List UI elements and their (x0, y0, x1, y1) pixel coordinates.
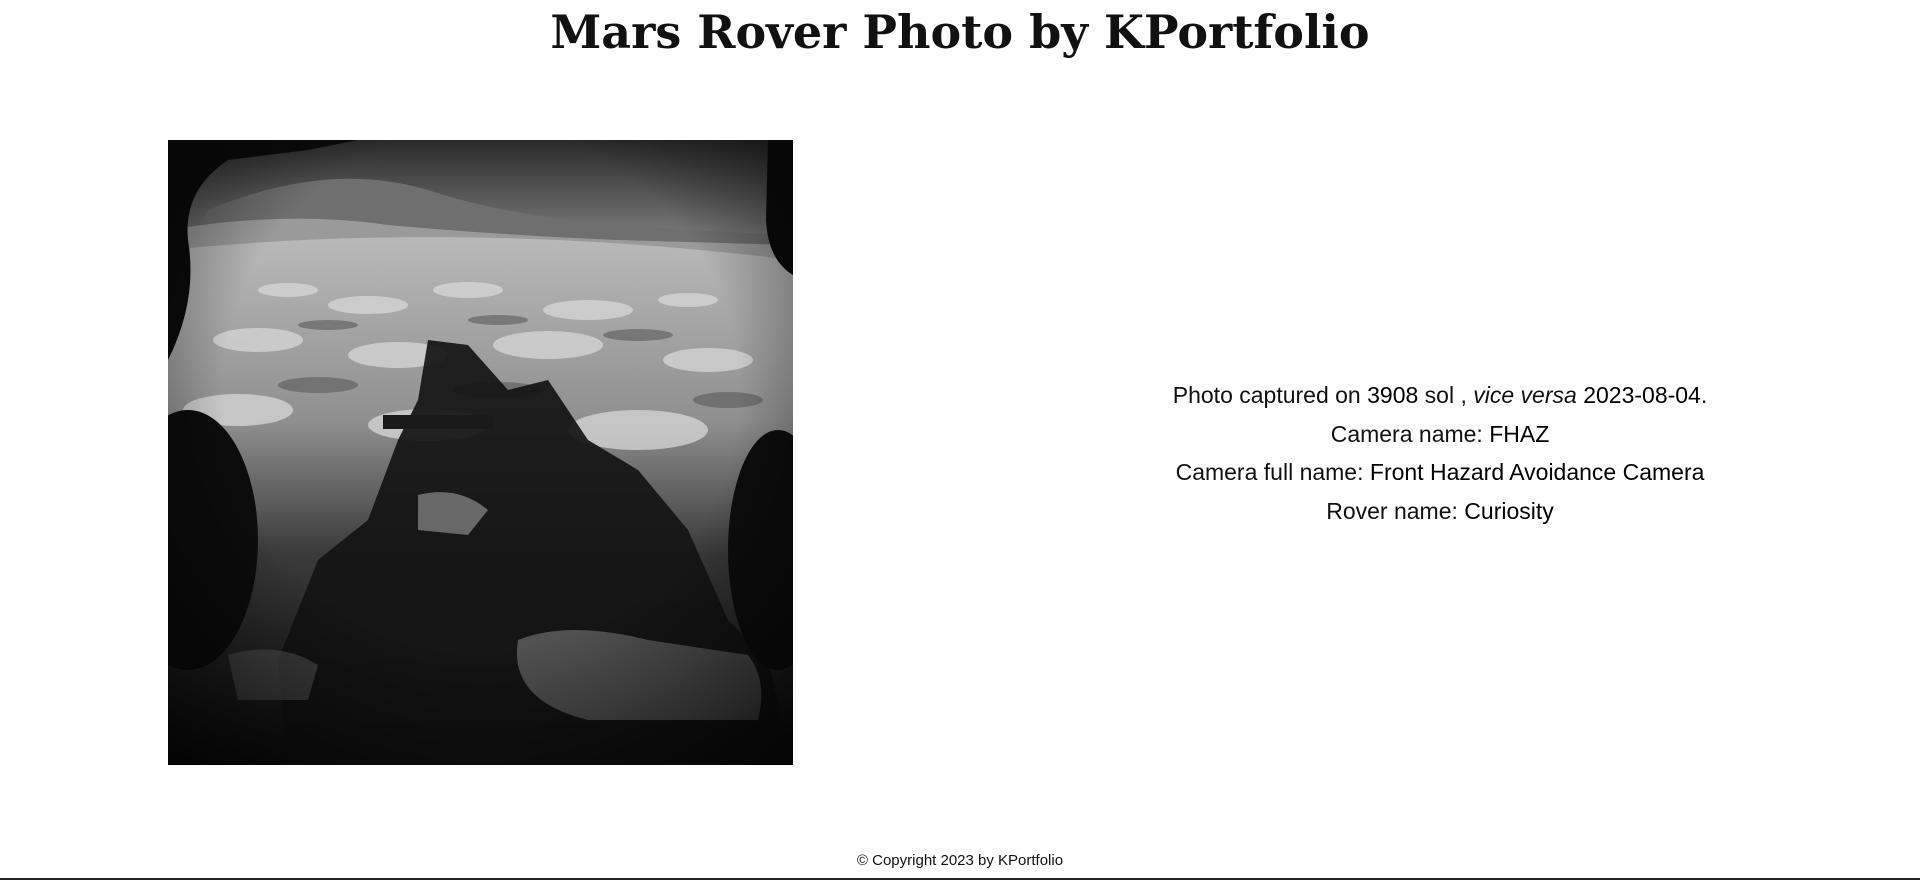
rover-name-label: Rover name: (1326, 497, 1465, 524)
camera-name-label: Camera name: (1330, 420, 1490, 447)
camera-full-name-value: Front Hazard Avoidance Camera (1369, 459, 1705, 485)
rover-photo-image (168, 140, 793, 765)
camera-name-value: FHAZ (1489, 420, 1550, 447)
sol-value: 3908 (1367, 382, 1419, 408)
capture-period: . (1700, 382, 1708, 408)
earth-date-value: 2023-08-04 (1583, 382, 1701, 408)
rover-photo (168, 140, 793, 765)
camera-name-line: Camera name: FHAZ (1080, 415, 1800, 454)
camera-full-name-label: Camera full name: (1175, 459, 1370, 485)
capture-date-line: Photo captured on 3908 sol , vice versa … (1080, 376, 1800, 415)
camera-full-name-line: Camera full name: Front Hazard Avoidance… (1080, 453, 1800, 492)
vice-versa-text: vice versa (1473, 382, 1577, 408)
sol-label: sol , (1418, 382, 1474, 408)
rover-name-line: Rover name: Curiosity (1080, 492, 1800, 531)
footer-copyright: © Copyright 2023 by KPortfolio (856, 852, 1064, 869)
photo-info: Photo captured on 3908 sol , vice versa … (1080, 376, 1800, 530)
page-title: Mars Rover Photo by KPortfolio (550, 5, 1370, 59)
captured-label: Photo captured on (1172, 382, 1368, 408)
rover-name-value: Curiosity (1464, 497, 1554, 524)
